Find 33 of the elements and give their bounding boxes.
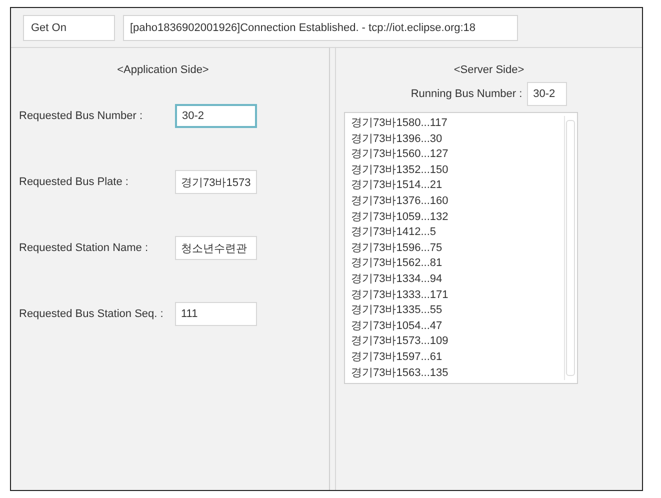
- list-item[interactable]: 경기73바1334...94: [351, 272, 562, 288]
- list-item[interactable]: 경기73바1333...171: [351, 288, 562, 304]
- list-item[interactable]: 경기73바1560...127: [351, 147, 562, 163]
- list-item[interactable]: 경기73바1563...135: [351, 366, 562, 382]
- section-title: <Server Side>: [454, 64, 524, 76]
- text-field[interactable]: 30-2: [175, 104, 257, 128]
- list-item[interactable]: 경기73바1396...30: [351, 132, 562, 148]
- status-field: [paho1836902001926]Connection Established. - tcp://iot.eclipse.org:18: [123, 15, 518, 41]
- list-item[interactable]: 경기73바1412...5: [351, 225, 562, 241]
- list-item[interactable]: 경기73바1514...21: [351, 178, 562, 194]
- field-label: Requested Station Name :: [19, 242, 150, 254]
- field-label: Running Bus Number :: [410, 88, 522, 100]
- list-item[interactable]: 경기73바1335...55: [351, 303, 562, 319]
- list-item[interactable]: 경기73바1376...160: [351, 194, 562, 210]
- list-item[interactable]: 경기73바1580...117: [351, 116, 562, 132]
- field-label: Requested Bus Station Seq. :: [19, 308, 164, 320]
- bus-list[interactable]: [344, 112, 578, 384]
- text-field[interactable]: 경기73바1573: [175, 170, 257, 194]
- get-on-button[interactable]: Get On: [23, 15, 115, 41]
- scrollbar[interactable]: [564, 116, 575, 380]
- text-field[interactable]: 111: [175, 302, 257, 326]
- list-item[interactable]: 경기73바1596...75: [351, 240, 562, 256]
- list-item[interactable]: 경기73바1352...150: [351, 162, 562, 178]
- list-item[interactable]: 경기73바1597...61: [351, 350, 562, 366]
- list-item[interactable]: 경기73바1054...47: [351, 318, 562, 334]
- text-field[interactable]: 30-2: [527, 82, 568, 106]
- list-item[interactable]: 경기73바1562...81: [351, 256, 562, 272]
- field-label: Requested Bus Number :: [19, 110, 144, 122]
- text-field[interactable]: 청소년수련관: [175, 236, 257, 260]
- list-item[interactable]: 경기73바1059...132: [351, 210, 562, 226]
- field-label: Requested Bus Plate :: [19, 176, 130, 188]
- section-title: <Application Side>: [117, 64, 209, 76]
- list-item[interactable]: 경기73바1573...109: [351, 334, 562, 350]
